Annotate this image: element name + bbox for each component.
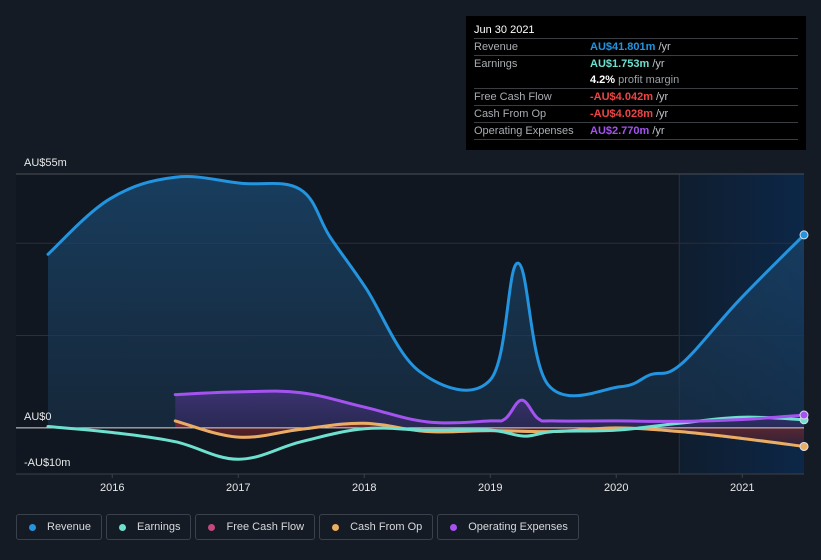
- tooltip-row-free-cash-flow: Free Cash Flow -AU$4.042m /yr: [474, 89, 798, 106]
- x-tick-label: 2016: [100, 482, 124, 494]
- tooltip-label: [474, 72, 590, 88]
- legend-item-cash-from-op[interactable]: Cash From Op: [319, 514, 434, 540]
- tooltip-label: Revenue: [474, 41, 519, 53]
- end-marker-revenue: [799, 230, 809, 240]
- legend-item-free-cash-flow[interactable]: Free Cash Flow: [195, 514, 316, 540]
- y-tick-label: AU$0: [24, 411, 52, 423]
- legend-item-earnings[interactable]: Earnings: [106, 514, 192, 540]
- tooltip-label: Cash From Op: [474, 108, 547, 120]
- x-tick-label: 2017: [226, 482, 250, 494]
- legend: Revenue Earnings Free Cash Flow Cash Fro…: [16, 514, 579, 540]
- x-tick-label: 2020: [604, 482, 628, 494]
- y-tick-label: -AU$10m: [24, 457, 70, 469]
- tooltip-value: AU$41.801m: [590, 41, 656, 53]
- legend-item-operating-expenses[interactable]: Operating Expenses: [437, 514, 579, 540]
- tooltip-label: Free Cash Flow: [474, 91, 552, 103]
- y-tick-label: AU$55m: [24, 157, 67, 169]
- tooltip-row-operating-expenses: Operating Expenses AU$2.770m /yr: [474, 123, 798, 140]
- tooltip-row-cash-from-op: Cash From Op -AU$4.028m /yr: [474, 106, 798, 123]
- tooltip-unit: /yr: [652, 125, 665, 137]
- tooltip-row-earnings: Earnings AU$1.753m /yr: [474, 56, 798, 72]
- tooltip-value: 4.2%: [590, 74, 616, 86]
- tooltip-row-profit-margin: 4.2% profit margin: [474, 72, 798, 89]
- tooltip-unit: /yr: [658, 41, 671, 53]
- legend-label: Earnings: [137, 521, 181, 533]
- end-marker-operating-expenses: [799, 410, 809, 420]
- tooltip-unit: /yr: [652, 58, 665, 70]
- legend-dot-icon: [29, 523, 36, 531]
- tooltip: Jun 30 2021 Revenue AU$41.801m /yr Earni…: [466, 16, 806, 150]
- legend-dot-icon: [208, 523, 216, 531]
- legend-label: Revenue: [47, 521, 92, 533]
- end-marker-cash-from-op: [799, 441, 809, 451]
- tooltip-row-revenue: Revenue AU$41.801m /yr: [474, 39, 798, 56]
- legend-dot-icon: [450, 523, 458, 531]
- legend-label: Operating Expenses: [468, 521, 568, 533]
- tooltip-unit: profit margin: [618, 74, 680, 86]
- legend-label: Cash From Op: [350, 521, 423, 533]
- tooltip-value: AU$2.770m: [590, 125, 650, 137]
- tooltip-unit: /yr: [655, 108, 669, 120]
- tooltip-date: Jun 30 2021: [474, 22, 798, 39]
- tooltip-label: Operating Expenses: [474, 125, 574, 137]
- tooltip-label: Earnings: [474, 58, 518, 70]
- legend-dot-icon: [332, 523, 340, 531]
- x-tick-label: 2018: [352, 482, 376, 494]
- x-tick-label: 2021: [730, 482, 754, 494]
- legend-dot-icon: [119, 523, 127, 531]
- legend-item-revenue[interactable]: Revenue: [16, 514, 103, 540]
- tooltip-value: -AU$4.042m: [590, 91, 653, 103]
- tooltip-value: AU$1.753m: [590, 58, 650, 70]
- legend-label: Free Cash Flow: [226, 521, 305, 533]
- x-ticks: 2016 2017 2018 2019 2020 2021: [100, 474, 755, 494]
- tooltip-unit: /yr: [655, 91, 669, 103]
- tooltip-value: -AU$4.028m: [590, 108, 653, 120]
- x-tick-label: 2019: [478, 482, 502, 494]
